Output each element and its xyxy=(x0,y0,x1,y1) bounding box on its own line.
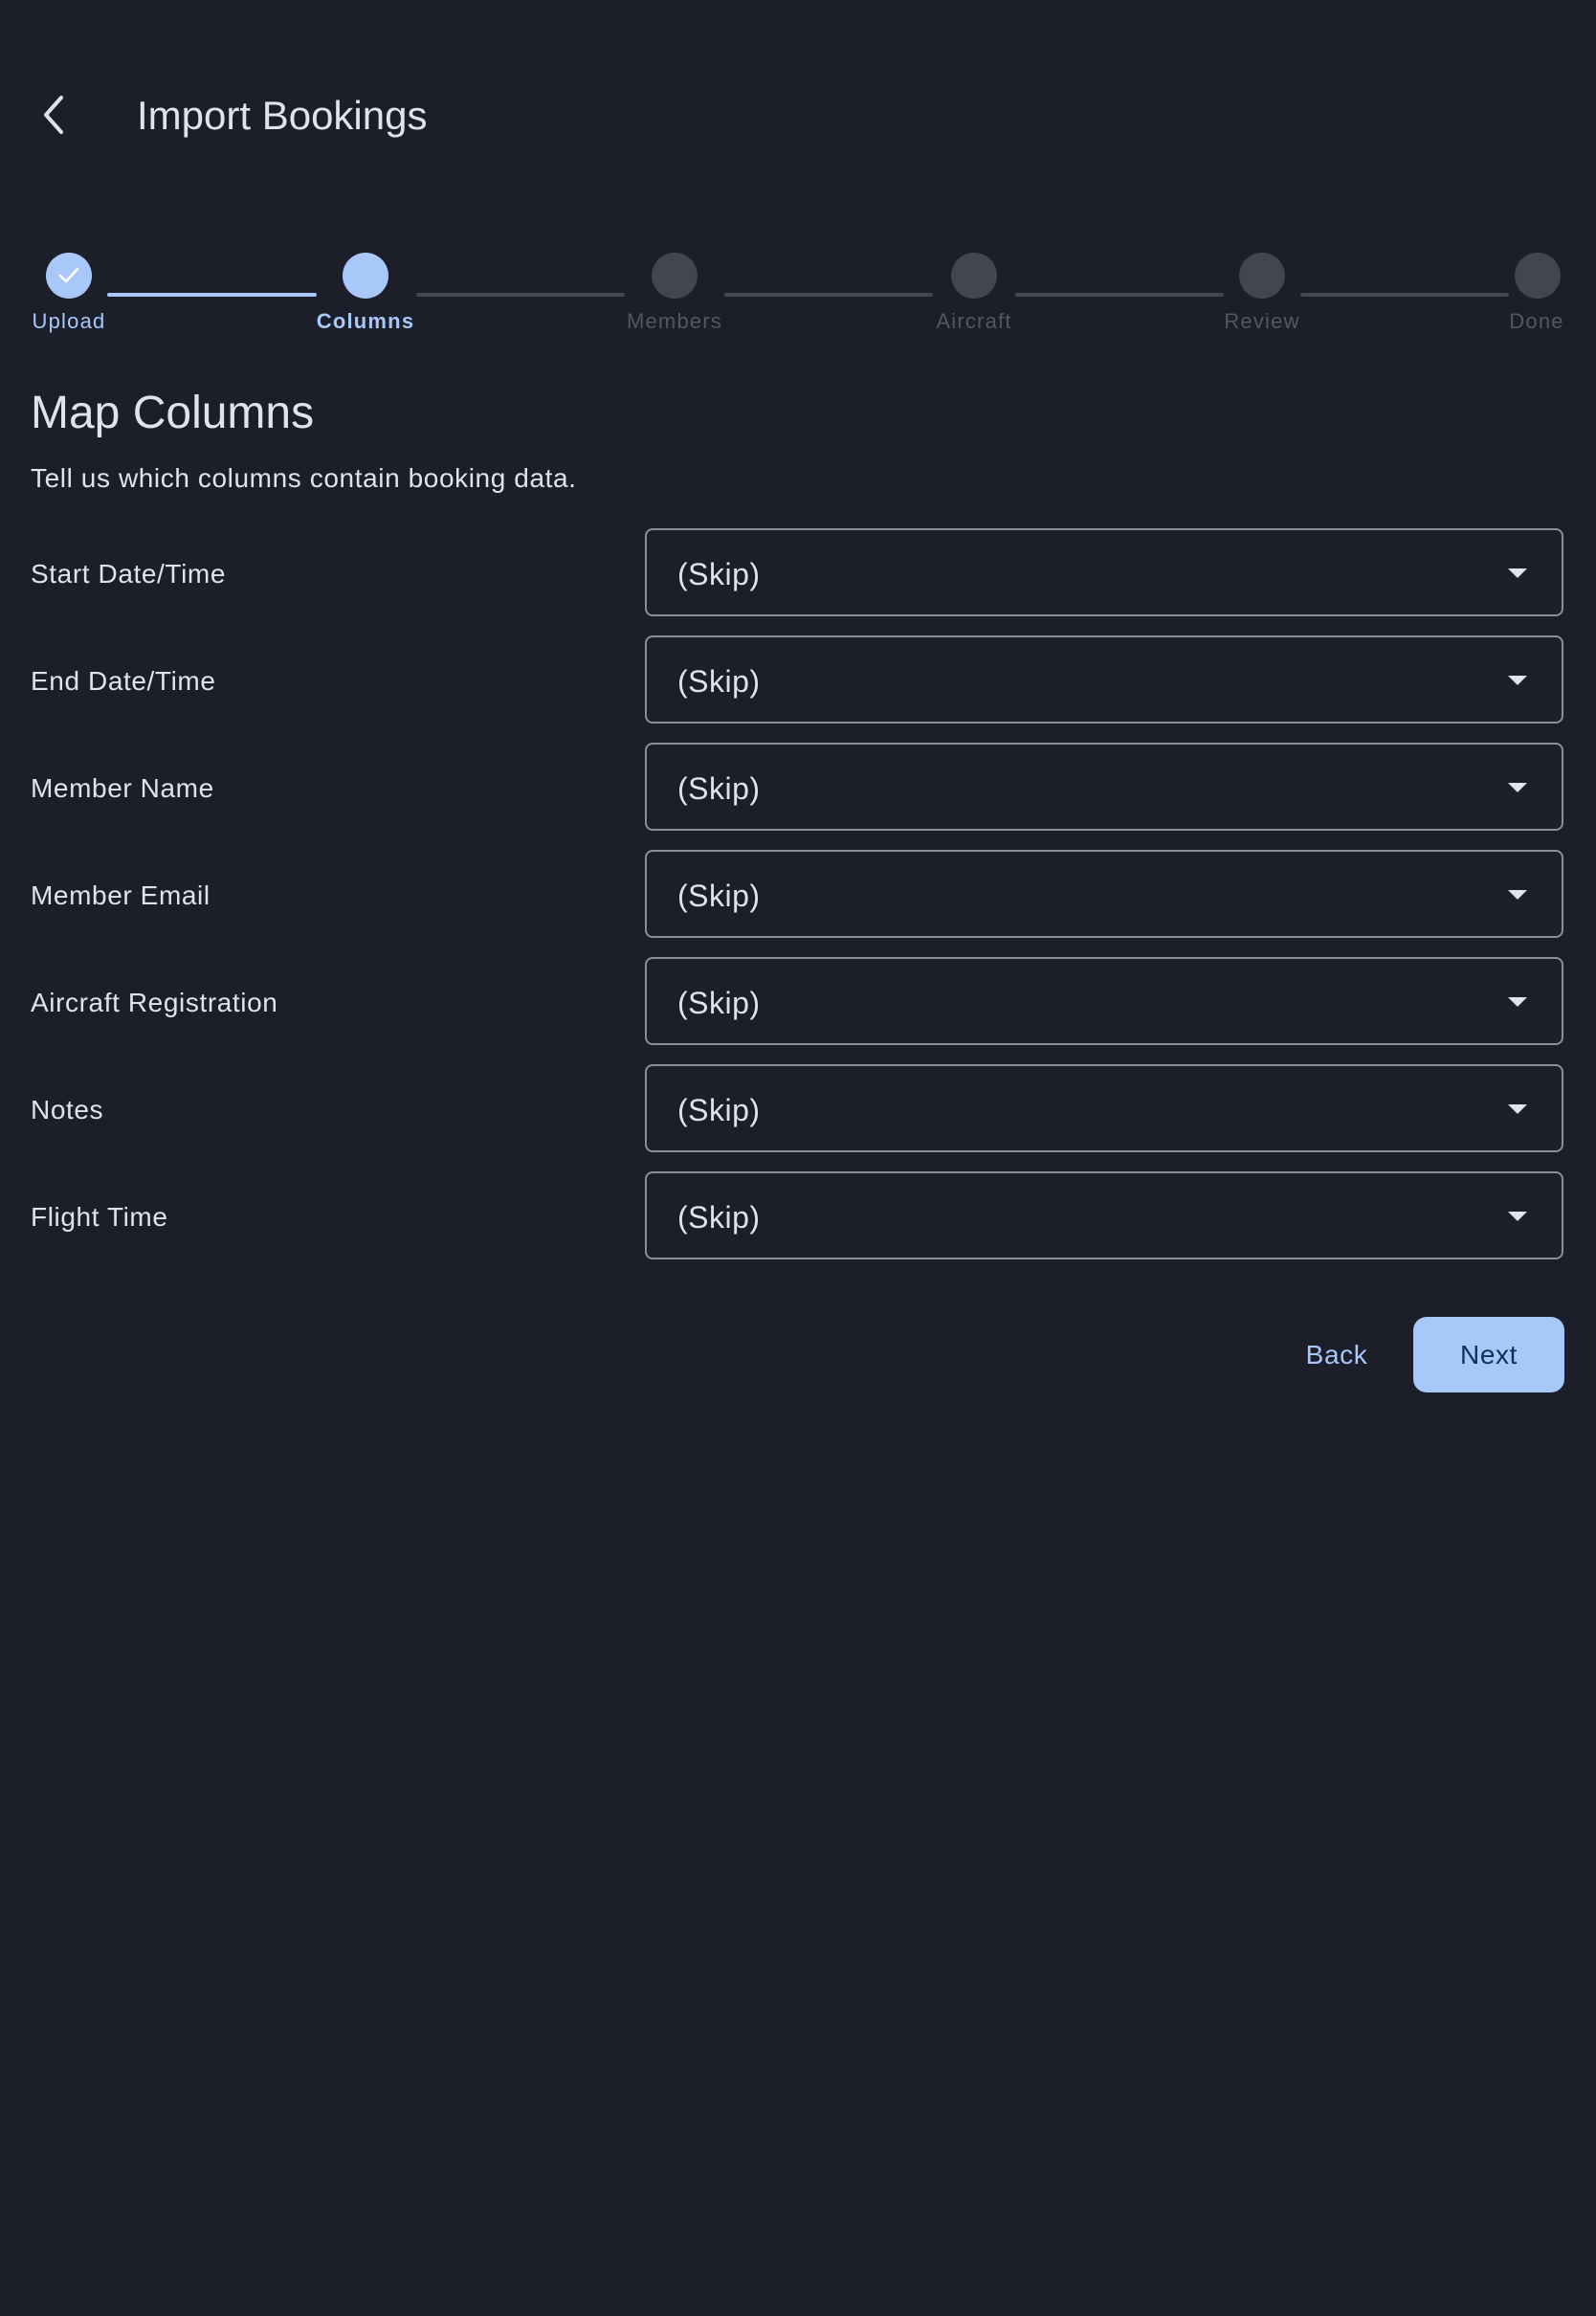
dropdown-arrow-icon xyxy=(1508,1212,1527,1221)
field-label: Start Date/Time xyxy=(31,559,227,589)
field-label: End Date/Time xyxy=(31,666,216,696)
field-label: Aircraft Registration xyxy=(31,988,278,1017)
step-connector xyxy=(416,293,625,297)
select-value: (Skip) xyxy=(677,770,761,806)
field-label: Notes xyxy=(31,1095,104,1125)
import-stepper: Upload Columns Members Aircraft Review D… xyxy=(0,0,1596,345)
check-icon xyxy=(58,267,79,283)
field-label: Member Email xyxy=(31,880,211,910)
dropdown-arrow-icon xyxy=(1508,890,1527,900)
step-indicator-upload xyxy=(46,253,92,299)
next-button[interactable]: Next xyxy=(1413,1317,1564,1392)
step-label-members: Members xyxy=(626,309,723,333)
dropdown-arrow-icon xyxy=(1508,997,1527,1007)
step-label-aircraft: Aircraft xyxy=(936,309,1012,333)
step-label-upload: Upload xyxy=(32,309,106,333)
dropdown-arrow-icon xyxy=(1508,676,1527,685)
field-label: Member Name xyxy=(31,773,214,803)
mapping-row-member-email: Member Email (Skip) xyxy=(0,850,1596,942)
mapping-row-aircraft-registration: Aircraft Registration (Skip) xyxy=(0,957,1596,1049)
mapping-row-end-datetime: End Date/Time (Skip) xyxy=(0,635,1596,727)
select-value: (Skip) xyxy=(677,556,761,591)
step-connector xyxy=(107,293,317,297)
back-button[interactable]: Back xyxy=(1282,1317,1391,1393)
step-connector xyxy=(724,293,933,297)
step-connector xyxy=(1015,293,1224,297)
step-indicator-aircraft xyxy=(951,253,997,299)
start-datetime-select[interactable]: (Skip) xyxy=(645,528,1563,616)
step-label-done: Done xyxy=(1509,309,1564,333)
select-value: (Skip) xyxy=(677,1199,761,1235)
select-value: (Skip) xyxy=(677,985,761,1020)
step-label-review: Review xyxy=(1224,309,1300,333)
dropdown-arrow-icon xyxy=(1508,783,1527,792)
mapping-row-member-name: Member Name (Skip) xyxy=(0,743,1596,835)
mapping-row-flight-time: Flight Time (Skip) xyxy=(0,1171,1596,1263)
mapping-row-notes: Notes (Skip) xyxy=(0,1064,1596,1156)
step-indicator-done xyxy=(1515,253,1561,299)
select-value: (Skip) xyxy=(677,663,761,699)
aircraft-registration-select[interactable]: (Skip) xyxy=(645,957,1563,1045)
section-title: Map Columns xyxy=(31,388,315,438)
step-connector xyxy=(1300,293,1509,297)
dropdown-arrow-icon xyxy=(1508,568,1527,578)
step-indicator-review xyxy=(1239,253,1285,299)
dropdown-arrow-icon xyxy=(1508,1104,1527,1114)
mapping-row-start-datetime: Start Date/Time (Skip) xyxy=(0,528,1596,620)
select-value: (Skip) xyxy=(677,1092,761,1127)
section-subtitle: Tell us which columns contain booking da… xyxy=(31,463,577,493)
member-name-select[interactable]: (Skip) xyxy=(645,743,1563,831)
step-indicator-columns xyxy=(343,253,388,299)
select-value: (Skip) xyxy=(677,878,761,913)
end-datetime-select[interactable]: (Skip) xyxy=(645,635,1563,724)
field-label: Flight Time xyxy=(31,1202,168,1232)
step-indicator-members xyxy=(652,253,698,299)
step-label-columns: Columns xyxy=(316,309,415,333)
notes-select[interactable]: (Skip) xyxy=(645,1064,1563,1152)
flight-time-select[interactable]: (Skip) xyxy=(645,1171,1563,1259)
member-email-select[interactable]: (Skip) xyxy=(645,850,1563,938)
